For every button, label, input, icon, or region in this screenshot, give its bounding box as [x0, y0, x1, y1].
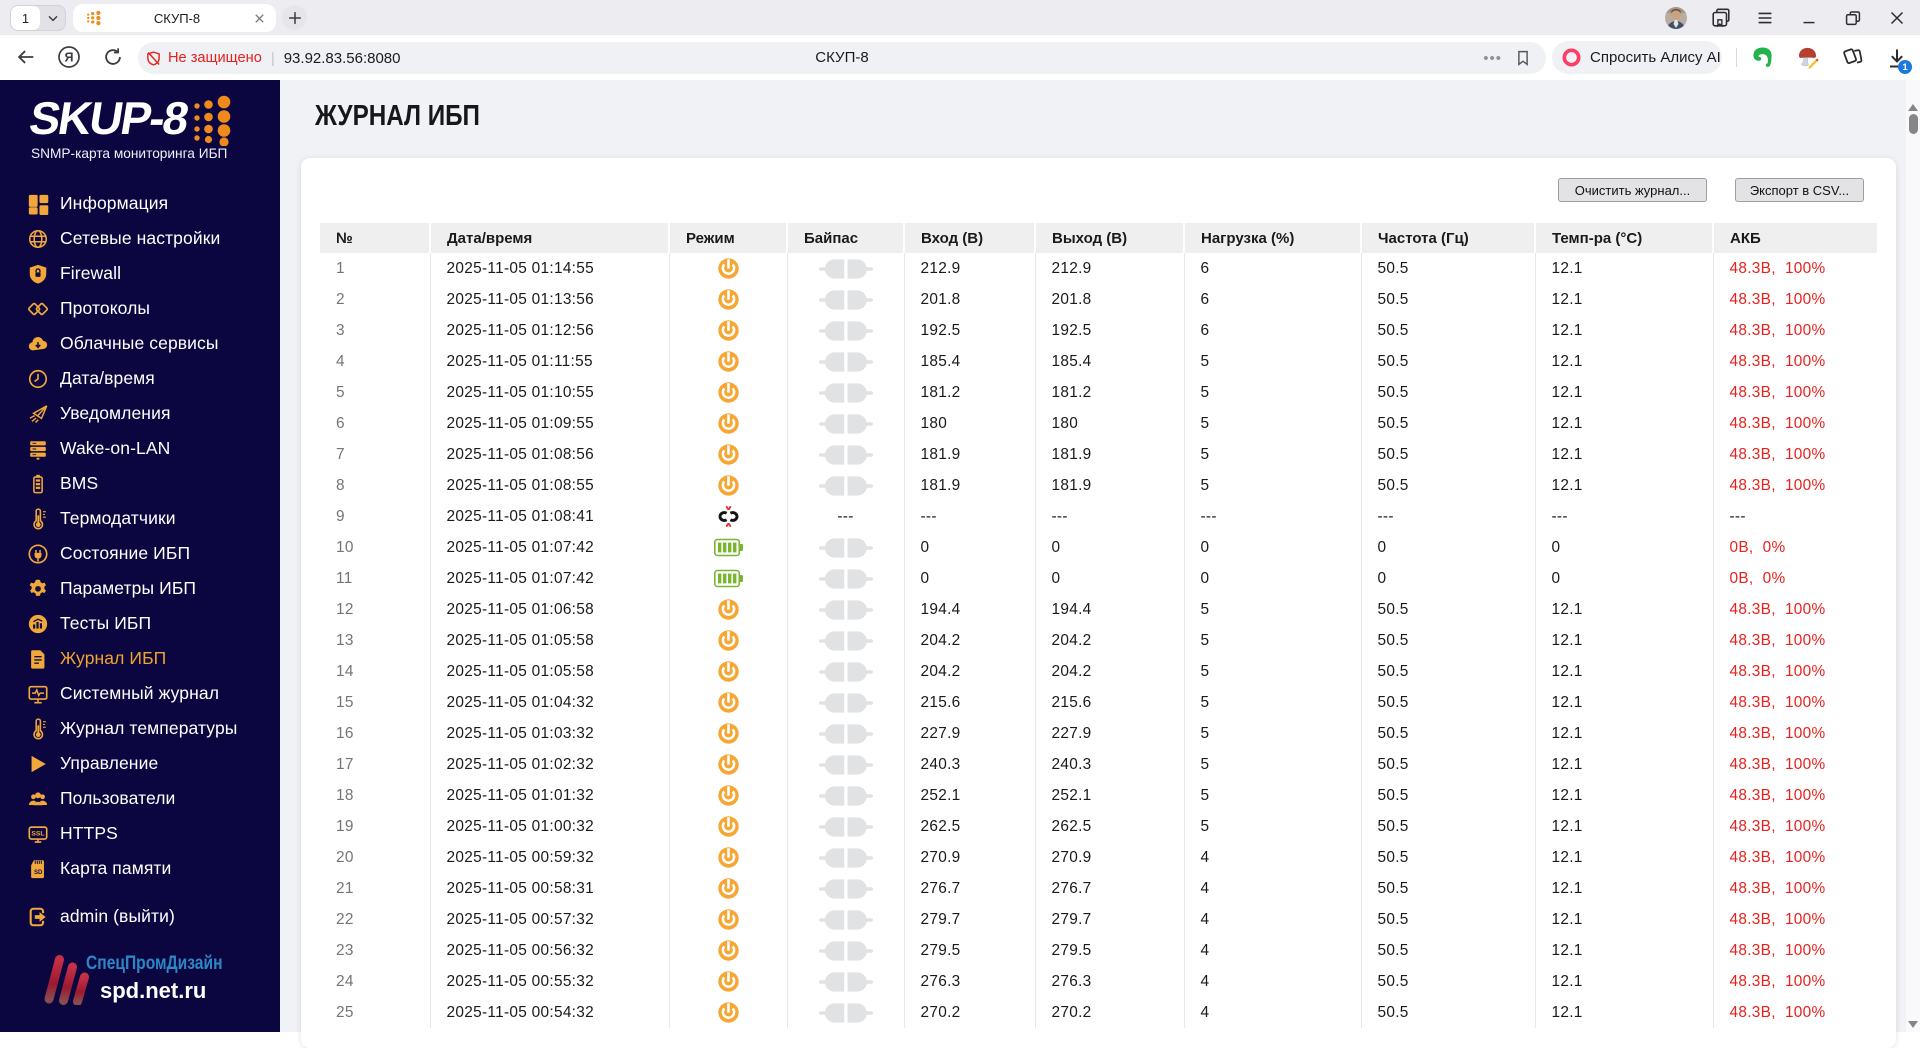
svg-text:Я: Я: [65, 50, 74, 64]
svg-text:SD: SD: [34, 869, 43, 875]
svg-text:SSL: SSL: [31, 830, 44, 837]
